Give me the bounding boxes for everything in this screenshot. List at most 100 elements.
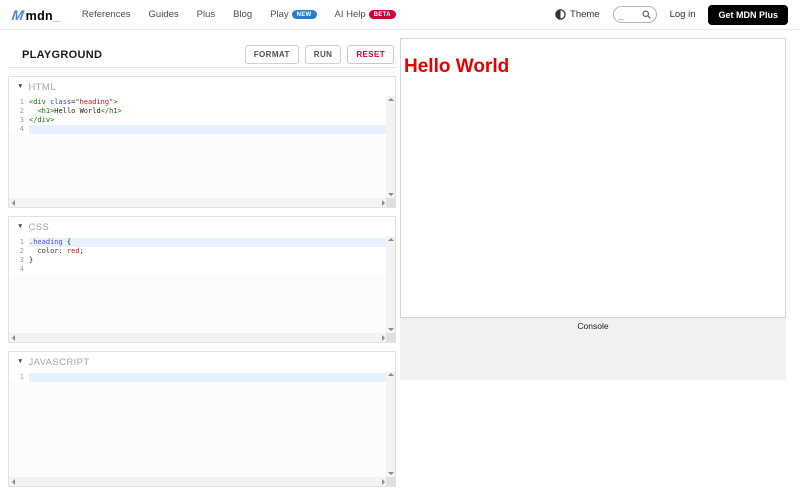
line-number: 3 <box>9 116 29 125</box>
run-button[interactable]: RUN <box>305 45 342 64</box>
code-line: 3</div> <box>9 116 386 125</box>
editor-label: JAVASCRIPT <box>28 357 89 368</box>
nav-item-references[interactable]: References <box>82 9 131 20</box>
token: "heading" <box>75 98 113 106</box>
editor-section-js: ▼JAVASCRIPT 1 <box>8 351 396 487</box>
token: > <box>113 98 117 106</box>
scroll-left-icon[interactable] <box>12 479 15 485</box>
mdn-logo-m-icon: M <box>11 7 25 23</box>
code-area-css[interactable]: 1.heading {2 color: red;3}4 <box>9 236 386 333</box>
scroll-left-icon[interactable] <box>12 335 15 341</box>
token: <h1> <box>37 107 54 115</box>
search-icon <box>642 10 651 19</box>
line-content: color: red; <box>29 247 386 256</box>
collapse-icon: ▼ <box>17 224 23 231</box>
line-content <box>29 265 386 274</box>
token: </h1> <box>101 107 122 115</box>
editor-header-css[interactable]: ▼ CSS <box>9 217 395 236</box>
line-number: 4 <box>9 125 29 134</box>
code-empty-area <box>9 134 386 198</box>
editor-label: HTML <box>28 82 55 93</box>
scroll-right-icon[interactable] <box>382 200 385 206</box>
reset-button[interactable]: RESET <box>347 45 394 64</box>
line-number: 4 <box>9 265 29 274</box>
scroll-left-icon[interactable] <box>12 200 15 206</box>
page-title: PLAYGROUND <box>22 49 102 61</box>
line-number: 3 <box>9 256 29 265</box>
scroll-up-icon[interactable] <box>388 98 394 101</box>
token: color <box>37 247 58 255</box>
vertical-scrollbar[interactable] <box>386 371 395 477</box>
line-content <box>29 373 386 382</box>
login-link[interactable]: Log in <box>670 9 696 20</box>
line-content: <h1>Hello World</h1> <box>29 107 386 116</box>
toolbar-buttons: FORMAT RUN RESET <box>245 45 394 64</box>
nav-item-blog[interactable]: Blog <box>233 9 252 20</box>
scroll-down-icon[interactable] <box>388 472 394 475</box>
horizontal-scrollbar[interactable] <box>9 198 395 207</box>
nav-item-guides[interactable]: Guides <box>149 9 179 20</box>
editors-pane: PLAYGROUND FORMAT RUN RESET ▼HTML1<div c… <box>8 38 396 494</box>
line-number: 2 <box>9 107 29 116</box>
scroll-down-icon[interactable] <box>388 193 394 196</box>
nav-item-play[interactable]: PlayNEW <box>270 9 316 20</box>
collapse-icon: ▼ <box>17 84 23 91</box>
playground-toolbar: PLAYGROUND FORMAT RUN RESET <box>8 42 396 68</box>
token: </div> <box>29 116 54 124</box>
editor-header-js[interactable]: ▼JAVASCRIPT <box>9 352 395 371</box>
scroll-right-icon[interactable] <box>382 335 385 341</box>
scroll-down-icon[interactable] <box>388 328 394 331</box>
scrollbar-corner <box>386 477 395 486</box>
code-line: 1<div class="heading"> <box>9 98 386 107</box>
horizontal-scrollbar[interactable] <box>9 333 395 342</box>
mdn-logo-underscore: _ <box>53 9 60 23</box>
output-heading: Hello World <box>404 56 785 78</box>
line-content: <div class="heading"> <box>29 98 386 107</box>
editor-header-html[interactable]: ▼ HTML <box>9 77 395 96</box>
line-content: } <box>29 256 386 265</box>
code-empty-area <box>9 274 386 333</box>
token: : <box>59 247 67 255</box>
token: <div <box>29 98 46 106</box>
line-number: 2 <box>9 247 29 256</box>
vertical-scrollbar[interactable] <box>386 96 395 198</box>
scrollbar-corner <box>386 333 395 342</box>
badge-beta: BETA <box>369 10 396 19</box>
scroll-right-icon[interactable] <box>382 479 385 485</box>
line-content: .heading { <box>29 238 386 247</box>
line-number: 1 <box>9 373 29 382</box>
console-panel: Console <box>400 318 786 380</box>
nav-item-label: AI Help <box>335 9 366 20</box>
search-box[interactable]: _ <box>613 6 657 23</box>
scroll-up-icon[interactable] <box>388 238 394 241</box>
line-number: 1 <box>9 98 29 107</box>
horizontal-scrollbar[interactable] <box>9 477 395 486</box>
editor-section-css: ▼ CSS 1.heading {2 color: red;3}4 <box>8 216 396 343</box>
editor-body-js: 1 <box>9 371 395 477</box>
nav-item-label: Play <box>270 9 288 20</box>
nav-item-label: Plus <box>197 9 215 20</box>
mdn-logo-text: mdn <box>26 9 53 23</box>
token: class <box>50 98 71 106</box>
scrollbar-corner <box>386 198 395 207</box>
code-area-js[interactable]: 1 <box>9 371 386 477</box>
scroll-up-icon[interactable] <box>388 373 394 376</box>
nav-item-label: References <box>82 9 131 20</box>
code-line: 1 <box>9 373 386 382</box>
code-empty-area <box>9 382 386 477</box>
nav-item-plus[interactable]: Plus <box>197 9 215 20</box>
code-line: 4 <box>9 265 386 274</box>
vertical-scrollbar[interactable] <box>386 236 395 333</box>
nav-item-ai-help[interactable]: AI HelpBETA <box>335 9 396 20</box>
editor-label: CSS <box>28 222 49 233</box>
theme-toggle[interactable]: Theme <box>555 9 600 20</box>
get-mdn-plus-button[interactable]: Get MDN Plus <box>708 5 788 25</box>
editor-body-css: 1.heading {2 color: red;3}4 <box>9 236 395 333</box>
format-button[interactable]: FORMAT <box>245 45 299 64</box>
main-nav: References Guides Plus Blog PlayNEW AI HelpBE… <box>82 9 396 20</box>
nav-item-label: Guides <box>149 9 179 20</box>
line-number: 1 <box>9 238 29 247</box>
mdn-logo[interactable]: M mdn _ <box>12 7 60 23</box>
token: red <box>67 247 80 255</box>
code-area-html[interactable]: 1<div class="heading">2 <h1>Hello World<… <box>9 96 386 198</box>
